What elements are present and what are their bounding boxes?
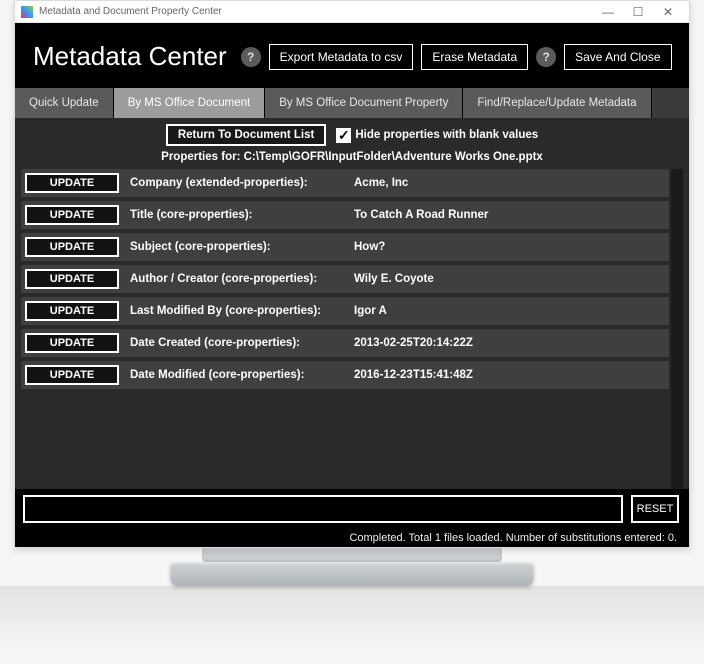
property-row: UPDATE Subject (core-properties): How? [21,233,669,261]
help-icon-2[interactable]: ? [536,47,556,67]
help-icon[interactable]: ? [241,47,261,67]
update-button[interactable]: UPDATE [25,269,119,289]
footer-bar: RESET Completed. Total 1 files loaded. N… [15,489,689,547]
minimize-button[interactable]: — [593,1,623,23]
tab-by-ms-office-document[interactable]: By MS Office Document [114,88,266,118]
property-label: Last Modified By (core-properties): [130,305,346,317]
update-button[interactable]: UPDATE [25,333,119,353]
tab-find-replace-update[interactable]: Find/Replace/Update Metadata [463,88,651,118]
update-button[interactable]: UPDATE [25,301,119,321]
update-button[interactable]: UPDATE [25,173,119,193]
app-window: Metadata and Document Property Center — … [14,0,690,548]
update-button[interactable]: UPDATE [25,237,119,257]
status-text: Completed. Total 1 files loaded. Number … [349,532,677,544]
property-row: UPDATE Company (extended-properties): Ac… [21,169,669,197]
property-row: UPDATE Author / Creator (core-properties… [21,265,669,293]
window-title: Metadata and Document Property Center [39,6,593,17]
checkbox-icon[interactable]: ✓ [336,128,351,143]
update-button[interactable]: UPDATE [25,365,119,385]
tab-bar: Quick Update By MS Office Document By MS… [15,88,689,118]
property-value: Wily E. Coyote [354,273,663,285]
app-icon [21,6,33,18]
property-value: 2016-12-23T15:41:48Z [354,369,663,381]
property-label: Author / Creator (core-properties): [130,273,346,285]
property-label: Company (extended-properties): [130,177,346,189]
hide-blank-label: Hide properties with blank values [355,129,538,141]
property-list: UPDATE Company (extended-properties): Ac… [21,169,683,489]
close-button[interactable]: ✕ [653,1,683,23]
monitor-reflection [0,586,704,646]
property-row: UPDATE Date Modified (core-properties): … [21,361,669,389]
property-row: UPDATE Title (core-properties): To Catch… [21,201,669,229]
maximize-button[interactable]: ☐ [623,1,653,23]
content-area: Return To Document List ✓ Hide propertie… [15,118,689,489]
property-label: Subject (core-properties): [130,241,346,253]
property-row: UPDATE Date Created (core-properties): 2… [21,329,669,357]
footer-input[interactable] [23,495,623,523]
property-value: Acme, Inc [354,177,663,189]
tab-quick-update[interactable]: Quick Update [15,88,114,118]
property-value: 2013-02-25T20:14:22Z [354,337,663,349]
app-title: Metadata Center [33,41,227,72]
property-label: Title (core-properties): [130,209,346,221]
property-value: Igor A [354,305,663,317]
app-body: Metadata Center ? Export Metadata to csv… [15,23,689,547]
erase-metadata-button[interactable]: Erase Metadata [421,44,528,70]
monitor-stand-neck [202,548,502,562]
hide-blank-checkbox[interactable]: ✓ Hide properties with blank values [336,128,538,143]
export-metadata-button[interactable]: Export Metadata to csv [269,44,414,70]
property-label: Date Modified (core-properties): [130,369,346,381]
property-row: UPDATE Last Modified By (core-properties… [21,297,669,325]
property-value: How? [354,241,663,253]
content-toolbar: Return To Document List ✓ Hide propertie… [21,122,683,148]
property-value: To Catch A Road Runner [354,209,663,221]
update-button[interactable]: UPDATE [25,205,119,225]
properties-for-path: Properties for: C:\Temp\GOFR\InputFolder… [21,148,683,169]
tab-by-ms-office-document-property[interactable]: By MS Office Document Property [265,88,463,118]
header-bar: Metadata Center ? Export Metadata to csv… [15,23,689,88]
save-and-close-button[interactable]: Save And Close [564,44,671,70]
return-to-document-list-button[interactable]: Return To Document List [166,124,327,146]
property-label: Date Created (core-properties): [130,337,346,349]
reset-button[interactable]: RESET [631,495,679,523]
window-titlebar: Metadata and Document Property Center — … [15,1,689,23]
monitor-stand-base [170,562,534,586]
